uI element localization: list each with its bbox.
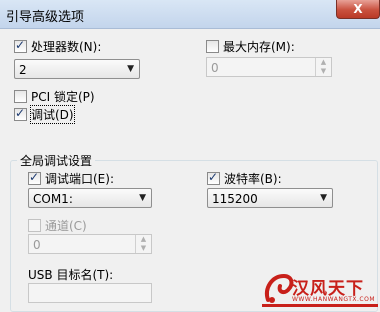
usb-target-input[interactable] (28, 283, 152, 303)
processors-value: 2 (19, 63, 27, 77)
usb-target-label: USB 目标名(T): (28, 268, 114, 282)
debug-port-label: 调试端口(E): (45, 172, 114, 186)
window-title: 引导高级选项 (6, 10, 85, 25)
processors-checkbox[interactable] (14, 38, 27, 53)
spinner-arrows-icon[interactable]: ▲ ▼ (135, 235, 151, 253)
global-debug-title: 全局调试设置 (17, 152, 96, 169)
baud-rate-value: 115200 (212, 192, 258, 206)
debug-checkbox[interactable] (14, 106, 27, 121)
processors-label: 处理器数(N): (31, 40, 102, 54)
channel-label: 通道(C) (45, 219, 87, 233)
channel-value: 0 (33, 238, 41, 252)
processors-select[interactable]: 2 ▼ (14, 59, 140, 79)
spinner-arrows-icon[interactable]: ▲ ▼ (315, 58, 331, 76)
max-memory-spinner[interactable]: 0 ▲ ▼ (206, 57, 332, 77)
debug-label: 调试(D) (30, 105, 75, 124)
chevron-down-icon: ▼ (320, 193, 327, 203)
title-bar: 引导高级选项 (0, 0, 380, 29)
channel-spinner[interactable]: 0 ▲ ▼ (28, 234, 152, 254)
baud-rate-select[interactable]: 115200 ▼ (207, 188, 333, 208)
watermark-subtext: WWW.HANWANGTX.COM (292, 296, 376, 303)
baud-rate-checkbox[interactable] (207, 170, 220, 185)
max-memory-value: 0 (211, 61, 219, 75)
chevron-down-icon: ▼ (127, 64, 134, 74)
debug-port-select[interactable]: COM1: ▼ (28, 188, 152, 208)
pci-lock-checkbox[interactable] (14, 90, 27, 103)
baud-rate-label: 波特率(B): (224, 172, 282, 186)
debug-port-checkbox[interactable] (28, 170, 41, 185)
pci-lock-label: PCI 锁定(P) (31, 90, 95, 104)
max-memory-checkbox[interactable] (206, 40, 219, 53)
max-memory-label: 最大内存(M): (223, 40, 295, 54)
close-button[interactable]: X (336, 0, 380, 19)
debug-port-value: COM1: (33, 192, 73, 206)
channel-checkbox[interactable] (28, 219, 41, 232)
chevron-down-icon: ▼ (139, 193, 146, 203)
